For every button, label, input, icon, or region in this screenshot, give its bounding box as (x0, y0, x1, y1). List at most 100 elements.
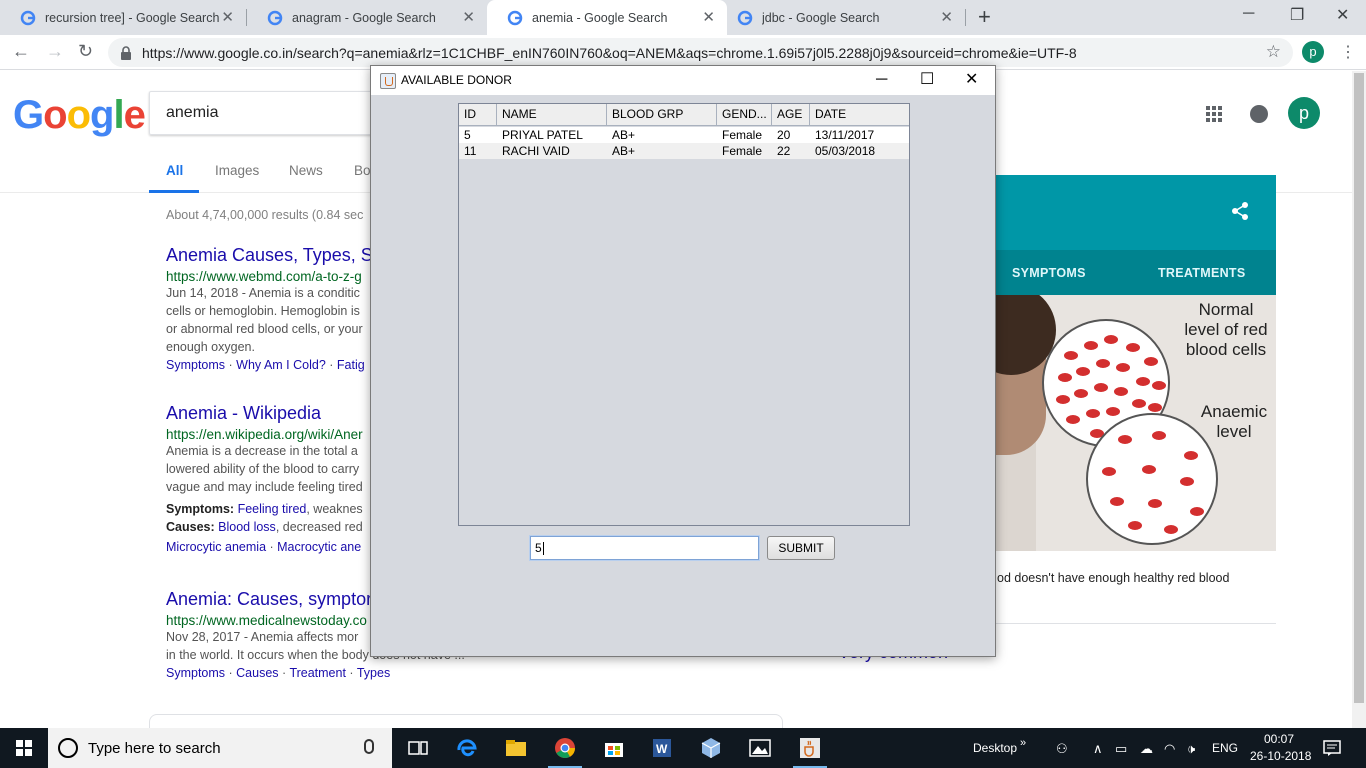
result-title-link[interactable]: Anemia: Causes, symptor (166, 589, 371, 610)
table-row[interactable]: 5 PRIYAL PATEL AB+ Female 20 13/11/2017 (459, 127, 909, 143)
new-tab-plus-icon[interactable]: + (978, 6, 991, 28)
tab-symptoms[interactable]: SYMPTOMS (1012, 266, 1086, 280)
scrollbar-thumb[interactable] (1354, 73, 1364, 703)
close-window-icon[interactable]: ✕ (1336, 5, 1349, 25)
column-header-name[interactable]: NAME (497, 104, 607, 125)
submit-button[interactable]: SUBMIT (767, 536, 835, 560)
store-icon[interactable] (602, 736, 626, 760)
google-favicon-icon (267, 10, 283, 25)
forward-arrow-icon[interactable]: → (46, 41, 64, 61)
restore-window-icon[interactable]: ❐ (1290, 5, 1304, 25)
result-title-link[interactable]: Anemia Causes, Types, S (166, 245, 371, 266)
browser-tab-strip: recursion tree] - Google Search ✕ anagra… (0, 0, 1366, 35)
browser-tab-active[interactable]: anemia - Google Search ✕ (487, 0, 727, 35)
google-account-avatar[interactable]: p (1288, 97, 1320, 129)
google-favicon-icon (507, 10, 523, 25)
cell-id: 11 (464, 144, 477, 158)
bookmark-star-icon[interactable]: ☆ (1266, 42, 1281, 62)
tab-label: anagram - Google Search (292, 10, 436, 25)
symptom-link[interactable]: Feeling tired (238, 502, 307, 516)
people-icon[interactable]: ⚇ (1056, 741, 1068, 757)
word-icon[interactable]: W (650, 736, 674, 760)
address-bar[interactable]: https://www.google.co.in/search?q=anemia… (108, 38, 1293, 67)
column-header-age[interactable]: AGE (772, 104, 810, 125)
volume-icon[interactable]: 🕩 (1187, 741, 1195, 757)
result-snippet: cells or hemoglobin. Hemoglobin is (166, 304, 360, 318)
chrome-icon[interactable] (553, 736, 577, 760)
text-caret (542, 542, 544, 556)
sitelink[interactable]: Symptoms (166, 358, 225, 372)
photos-icon[interactable] (748, 736, 772, 760)
cell-date: 13/11/2017 (815, 128, 875, 142)
column-header-gender[interactable]: GEND... (717, 104, 772, 125)
minimize-icon[interactable]: ─ (876, 70, 887, 90)
minimize-window-icon[interactable]: ─ (1243, 5, 1254, 23)
window-title-bar[interactable]: AVAILABLE DONOR ─ ☐ ✕ (371, 66, 995, 95)
action-center-icon[interactable] (1322, 738, 1342, 758)
tab-books[interactable]: Bo (354, 163, 371, 178)
clock-date[interactable]: 26-10-2018 (1250, 749, 1311, 763)
wifi-icon[interactable]: ◠ (1164, 741, 1175, 757)
toolbar-chevron-icon[interactable]: » (1020, 737, 1026, 749)
tab-images[interactable]: Images (215, 163, 259, 178)
close-tab-icon[interactable]: ✕ (462, 10, 475, 25)
reload-icon[interactable]: ↻ (78, 41, 93, 61)
tab-all[interactable]: All (166, 163, 183, 178)
edge-browser-icon[interactable] (455, 736, 479, 760)
task-view-icon[interactable] (406, 736, 430, 760)
java-app-icon[interactable] (798, 736, 822, 760)
search-result: Anemia Causes, Types, S https://www.webm… (166, 245, 371, 372)
table-row[interactable]: 11 RACHI VAID AB+ Female 22 05/03/2018 (459, 143, 909, 159)
column-header-blood-group[interactable]: BLOOD GRP (607, 104, 717, 125)
google-logo[interactable]: Google (13, 93, 146, 138)
google-favicon-icon (737, 10, 753, 25)
column-header-date[interactable]: DATE (810, 104, 909, 125)
column-header-id[interactable]: ID (459, 104, 497, 125)
microphone-icon[interactable] (364, 739, 374, 754)
result-snippet: lowered ability of the blood to carry (166, 462, 360, 476)
cell-blood-group: AB+ (612, 128, 636, 142)
close-icon[interactable]: ✕ (965, 70, 978, 90)
page-scrollbar[interactable] (1352, 71, 1366, 728)
sitelink[interactable]: Types (357, 666, 390, 680)
file-explorer-icon[interactable] (504, 736, 528, 760)
sitelink[interactable]: Fatig (337, 358, 365, 372)
taskbar-search-box[interactable]: Type here to search (48, 728, 392, 768)
donor-id-input[interactable]: 5 (530, 536, 759, 560)
tab-news[interactable]: News (289, 163, 323, 178)
clock-time[interactable]: 00:07 (1264, 732, 1294, 746)
share-icon[interactable] (1230, 201, 1250, 221)
apps-grid-icon[interactable] (1206, 106, 1222, 122)
notifications-icon[interactable] (1250, 105, 1268, 123)
tab-treatments[interactable]: TREATMENTS (1158, 266, 1246, 280)
sitelink[interactable]: Macrocytic ane (277, 540, 361, 554)
battery-icon[interactable]: ▭ (1115, 741, 1127, 757)
input-language[interactable]: ENG (1212, 741, 1238, 755)
3d-box-icon[interactable] (699, 736, 723, 760)
close-tab-icon[interactable]: ✕ (702, 10, 715, 25)
browser-tab[interactable]: jdbc - Google Search ✕ (717, 0, 965, 35)
back-arrow-icon[interactable]: ← (12, 41, 30, 61)
sitelink[interactable]: Treatment (289, 666, 346, 680)
cause-link[interactable]: Blood loss (218, 520, 276, 534)
sitelink[interactable]: Causes (236, 666, 278, 680)
causes-rest: , decreased red (275, 520, 363, 534)
result-title-link[interactable]: Anemia - Wikipedia (166, 403, 371, 424)
windows-start-icon[interactable] (16, 740, 32, 756)
google-favicon-icon (20, 10, 36, 25)
maximize-icon[interactable]: ☐ (920, 70, 934, 90)
desktop-toolbar-label[interactable]: Desktop (973, 741, 1017, 755)
sitelink[interactable]: Microcytic anemia (166, 540, 266, 554)
show-hidden-icons-chevron[interactable]: ∧ (1093, 741, 1103, 757)
browser-tab[interactable]: recursion tree] - Google Search ✕ (0, 0, 246, 35)
onedrive-cloud-icon[interactable]: ☁ (1140, 741, 1153, 757)
close-tab-icon[interactable]: ✕ (221, 10, 234, 25)
result-snippet: vague and may include feeling tired (166, 480, 363, 494)
browser-tab[interactable]: anagram - Google Search ✕ (247, 0, 487, 35)
search-query: anemia (166, 104, 219, 121)
close-tab-icon[interactable]: ✕ (940, 10, 953, 25)
sitelink[interactable]: Symptoms (166, 666, 225, 680)
menu-kebab-icon[interactable]: ⋮ (1340, 42, 1356, 62)
sitelink[interactable]: Why Am I Cold? (236, 358, 326, 372)
profile-avatar[interactable]: p (1302, 41, 1324, 63)
